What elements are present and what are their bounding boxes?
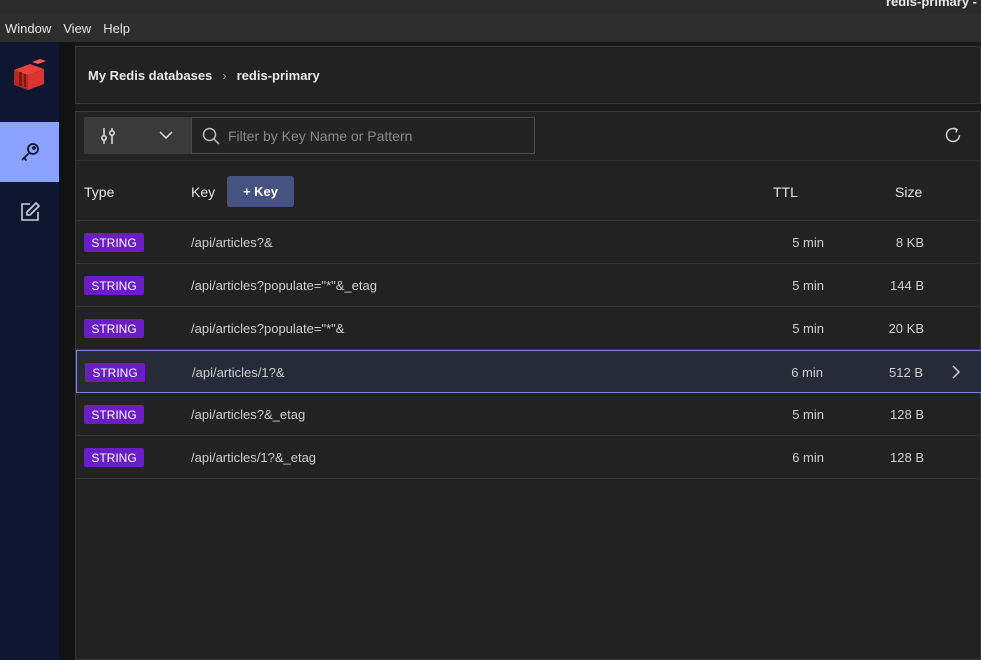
key-ttl: 5 min xyxy=(792,321,824,336)
type-badge: STRING xyxy=(84,276,144,295)
sidebar-gap xyxy=(59,42,75,660)
type-badge: STRING xyxy=(84,233,144,252)
add-key-button[interactable]: + Key xyxy=(227,176,294,207)
key-name: /api/articles?& xyxy=(191,235,273,250)
key-icon xyxy=(20,143,39,162)
menu-help[interactable]: Help xyxy=(103,21,130,36)
column-header-key: Key xyxy=(191,184,216,200)
browser-panel: Type Key + Key TTL Size STRING /api/arti… xyxy=(75,111,981,660)
key-ttl: 5 min xyxy=(792,278,824,293)
table-row[interactable]: STRING /api/articles/1?&_etag 6 min 128 … xyxy=(76,436,981,479)
nav-browser[interactable] xyxy=(0,122,59,182)
breadcrumb-separator-icon: › xyxy=(222,67,227,83)
table-header: Type Key + Key TTL Size xyxy=(76,162,981,221)
table-row[interactable]: STRING /api/articles?populate="*"&_etag … xyxy=(76,264,981,307)
key-name: /api/articles/1?& xyxy=(192,365,285,380)
key-size: 128 B xyxy=(890,407,924,422)
breadcrumb-root[interactable]: My Redis databases xyxy=(88,68,212,83)
table-row-selected[interactable]: STRING /api/articles/1?& 6 min 512 B xyxy=(76,350,981,393)
key-type-filter[interactable] xyxy=(84,117,191,154)
key-name: /api/articles?populate="*"& xyxy=(191,321,345,336)
nav-workbench[interactable] xyxy=(0,182,59,242)
key-ttl: 6 min xyxy=(791,365,823,380)
menu-window[interactable]: Window xyxy=(5,21,51,36)
type-badge: STRING xyxy=(85,363,145,382)
filter-icon xyxy=(101,128,115,144)
type-badge: STRING xyxy=(84,405,144,424)
key-name: /api/articles?populate="*"&_etag xyxy=(191,278,377,293)
type-badge: STRING xyxy=(84,319,144,338)
chevron-down-icon xyxy=(159,131,173,140)
key-name: /api/articles/1?&_etag xyxy=(191,450,317,465)
refresh-icon[interactable] xyxy=(944,126,962,144)
key-size: 8 KB xyxy=(895,235,924,250)
edit-icon xyxy=(20,201,40,221)
key-list: STRING /api/articles?& 5 min 8 KB STRING… xyxy=(76,221,981,479)
column-header-size: Size xyxy=(895,184,923,200)
key-ttl: 5 min xyxy=(792,407,824,422)
search-input[interactable] xyxy=(228,127,518,144)
column-header-ttl: TTL xyxy=(773,184,798,200)
key-ttl: 6 min xyxy=(792,450,824,465)
window-title: redis-primary - xyxy=(885,0,977,9)
search-icon xyxy=(202,127,220,145)
table-row[interactable]: STRING /api/articles?populate="*"& 5 min… xyxy=(76,307,981,350)
table-row[interactable]: STRING /api/articles?&_etag 5 min 128 B xyxy=(76,393,981,436)
breadcrumb: My Redis databases › redis-primary xyxy=(75,46,981,104)
chevron-right-icon[interactable] xyxy=(951,365,961,379)
key-size: 512 B xyxy=(889,365,923,380)
key-size: 20 KB xyxy=(888,321,924,336)
key-size: 144 B xyxy=(890,278,924,293)
menu-bar: Window View Help xyxy=(0,14,981,42)
toolbar xyxy=(76,112,981,161)
redis-logo[interactable] xyxy=(10,58,48,92)
key-ttl: 5 min xyxy=(792,235,824,250)
window-titlebar: redis-primary - xyxy=(0,0,981,14)
table-row[interactable]: STRING /api/articles?& 5 min 8 KB xyxy=(76,221,981,264)
key-name: /api/articles?&_etag xyxy=(191,407,306,422)
search-field[interactable] xyxy=(191,117,535,154)
type-badge: STRING xyxy=(84,448,144,467)
breadcrumb-current: redis-primary xyxy=(236,67,320,83)
menu-view[interactable]: View xyxy=(63,21,91,36)
sidebar xyxy=(0,42,59,660)
key-size: 128 B xyxy=(890,450,924,465)
column-header-type: Type xyxy=(84,184,115,200)
